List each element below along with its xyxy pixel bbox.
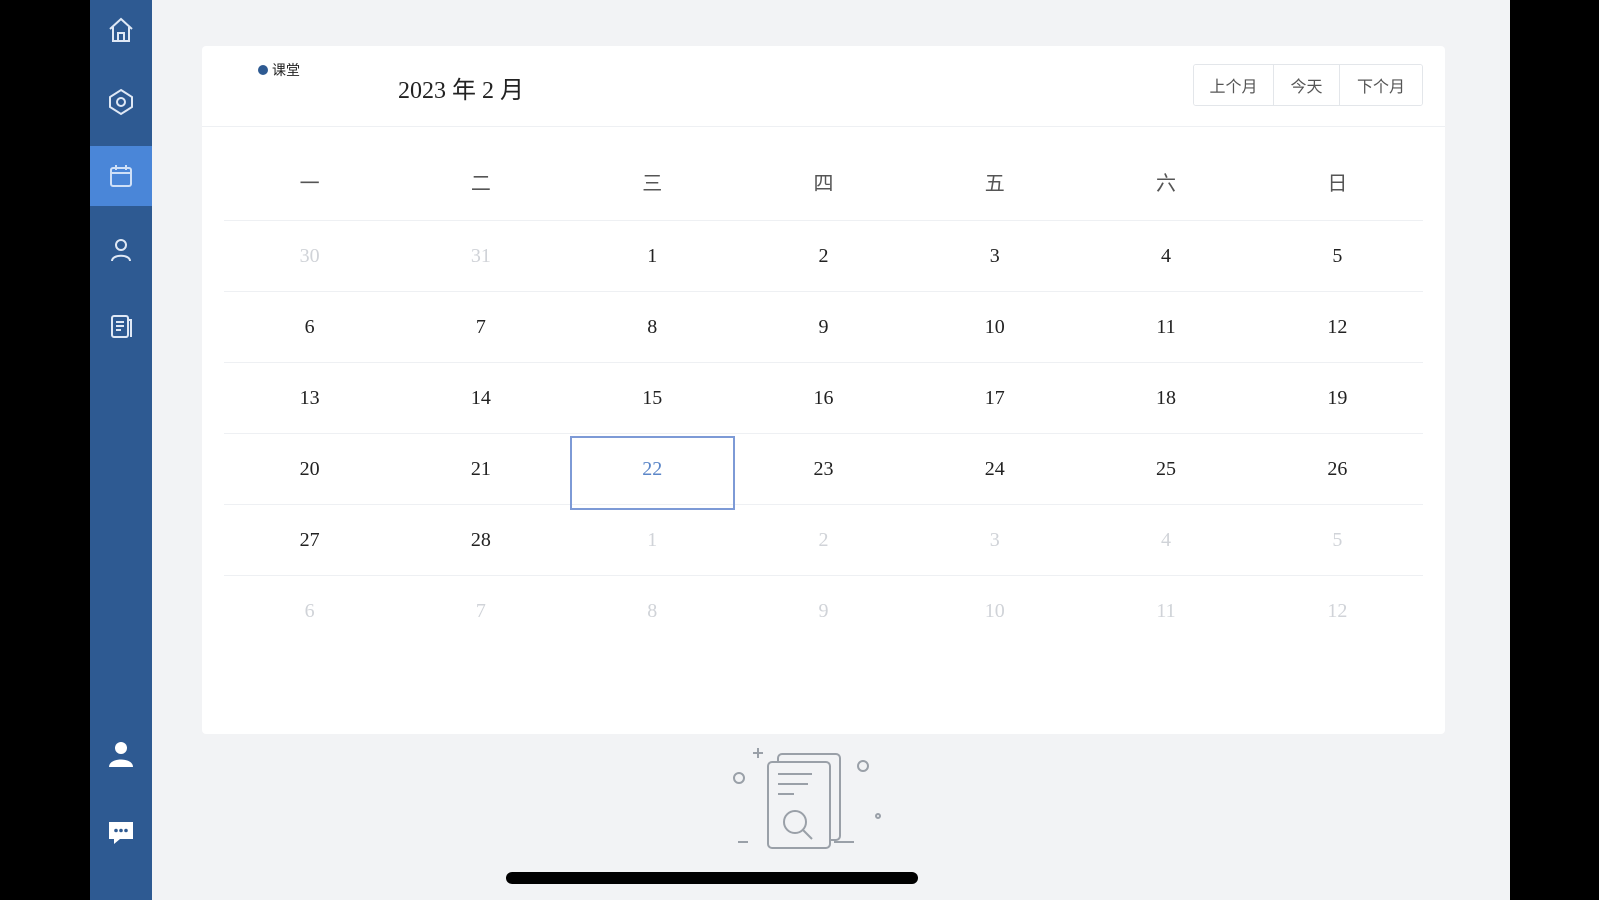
- sidebar-item-home[interactable]: [90, 0, 152, 60]
- chat-icon: [109, 822, 133, 844]
- home-icon: [109, 17, 133, 42]
- day-cell[interactable]: 3: [909, 505, 1080, 575]
- day-cell[interactable]: 30: [224, 221, 395, 291]
- calendar-icon: [110, 165, 132, 187]
- legend: 课堂: [258, 60, 300, 80]
- user-icon: [111, 239, 131, 262]
- day-cell[interactable]: 9: [738, 576, 909, 646]
- sidebar-item-calendar[interactable]: [90, 146, 152, 206]
- weekday-label: 日: [1327, 172, 1348, 195]
- today-button[interactable]: 今天: [1274, 65, 1340, 105]
- day-cell[interactable]: 24: [909, 434, 1080, 504]
- day-cell[interactable]: 11: [1080, 292, 1251, 362]
- day-cell[interactable]: 18: [1080, 363, 1251, 433]
- sidebar-item-user[interactable]: [90, 220, 152, 280]
- day-cell[interactable]: 27: [224, 505, 395, 575]
- day-cell[interactable]: 17: [909, 363, 1080, 433]
- legend-label: 课堂: [272, 64, 300, 79]
- day-cell[interactable]: 20: [224, 434, 395, 504]
- calendar-header: 课堂 2023 年 2 月 上个月 今天 下个月: [202, 46, 1445, 127]
- day-cell[interactable]: 11: [1080, 576, 1251, 646]
- legend-dot: [258, 65, 268, 75]
- day-cell[interactable]: 26: [1252, 434, 1423, 504]
- day-cell[interactable]: 28: [395, 505, 566, 575]
- day-cell[interactable]: 2: [738, 221, 909, 291]
- day-cell[interactable]: 19: [1252, 363, 1423, 433]
- app-screen: 课堂 2023 年 2 月 上个月 今天 下个月 一二三四五六日 30 31 1 2 3 4…: [90, 0, 1510, 900]
- month-nav: 上个月 今天 下个月: [1193, 64, 1423, 106]
- day-cell[interactable]: 8: [567, 576, 738, 646]
- calendar-title: 2023 年 2 月: [398, 78, 524, 104]
- day-cell[interactable]: 7: [395, 292, 566, 362]
- week-row: 20 21 22 23 24 25 26: [224, 434, 1423, 510]
- day-cell[interactable]: 1: [567, 505, 738, 575]
- day-cell[interactable]: 4: [1080, 221, 1251, 291]
- sidebar-item-dashboard[interactable]: [90, 72, 152, 132]
- sidebar: [90, 0, 152, 900]
- sidebar-item-profile[interactable]: [90, 724, 152, 784]
- weekday-label: 一: [299, 172, 320, 195]
- day-cell[interactable]: 15: [567, 363, 738, 433]
- next-month-button[interactable]: 下个月: [1340, 65, 1422, 105]
- day-cell[interactable]: 14: [395, 363, 566, 433]
- week-row: 27 28 1 2 3 4 5: [224, 505, 1423, 576]
- day-cell[interactable]: 4: [1080, 505, 1251, 575]
- day-cell[interactable]: 6: [224, 576, 395, 646]
- weekday-label: 二: [470, 172, 491, 195]
- day-cell[interactable]: 3: [909, 221, 1080, 291]
- sidebar-item-document[interactable]: [90, 296, 152, 356]
- day-cell[interactable]: 31: [395, 221, 566, 291]
- calendar-card: 课堂 2023 年 2 月 上个月 今天 下个月 一二三四五六日 30 31 1 2 3 4…: [202, 46, 1445, 734]
- day-cell[interactable]: 5: [1252, 221, 1423, 291]
- day-cell[interactable]: 7: [395, 576, 566, 646]
- day-cell[interactable]: 1: [567, 221, 738, 291]
- day-cell[interactable]: 12: [1252, 576, 1423, 646]
- prev-month-button[interactable]: 上个月: [1194, 65, 1274, 105]
- day-cell[interactable]: 9: [738, 292, 909, 362]
- day-cell[interactable]: 13: [224, 363, 395, 433]
- day-cell[interactable]: 12: [1252, 292, 1423, 362]
- day-cell[interactable]: 25: [1080, 434, 1251, 504]
- day-cell[interactable]: 6: [224, 292, 395, 362]
- day-cell[interactable]: 5: [1252, 505, 1423, 575]
- weekday-label: 六: [1156, 172, 1177, 195]
- day-cell-today[interactable]: 22: [567, 434, 738, 510]
- weekday-label: 四: [813, 172, 834, 195]
- dashboard-icon: [109, 88, 133, 116]
- sidebar-item-chat[interactable]: [90, 802, 152, 862]
- home-indicator: [506, 872, 918, 884]
- calendar-grid: 一二三四五六日 30 31 1 2 3 4 5 6 7 8 9 10 11 12 13 14 15 16 17 18 19…: [224, 142, 1423, 646]
- week-row: 30 31 1 2 3 4 5: [224, 221, 1423, 292]
- weekday-label: 三: [642, 172, 663, 195]
- day-cell[interactable]: 10: [909, 576, 1080, 646]
- day-cell[interactable]: 2: [738, 505, 909, 575]
- weekday-label: 五: [984, 172, 1005, 195]
- day-cell[interactable]: 8: [567, 292, 738, 362]
- document-icon: [111, 315, 132, 338]
- week-row: 13 14 15 16 17 18 19: [224, 363, 1423, 434]
- profile-icon: [109, 742, 133, 767]
- weekday-header-row: 一二三四五六日: [224, 142, 1423, 221]
- day-cell[interactable]: 10: [909, 292, 1080, 362]
- week-row: 6 7 8 9 10 11 12: [224, 576, 1423, 646]
- week-row: 6 7 8 9 10 11 12: [224, 292, 1423, 363]
- day-cell[interactable]: 21: [395, 434, 566, 504]
- day-cell[interactable]: 23: [738, 434, 909, 504]
- day-cell[interactable]: 16: [738, 363, 909, 433]
- empty-document-illustration: [733, 748, 881, 849]
